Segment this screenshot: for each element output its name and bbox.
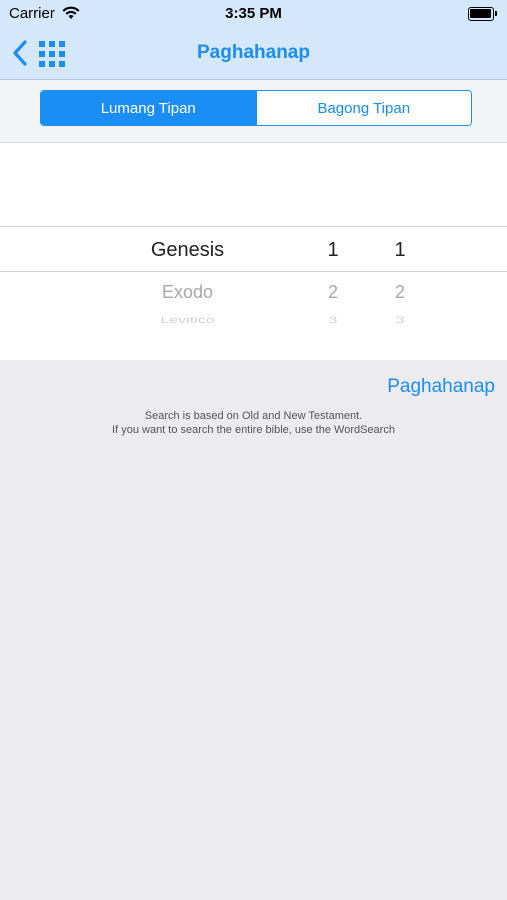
book-chapter-verse-picker[interactable]: Genesis 1 1 Exodo 2 2 Levitico 3 3 bbox=[0, 143, 507, 360]
picker-book-selected[interactable]: Genesis bbox=[95, 239, 280, 262]
search-info-text: Search is based on Old and New Testament… bbox=[0, 409, 507, 437]
segment-lumang-tipan[interactable]: Lumang Tipan bbox=[41, 91, 256, 125]
testament-segmented-control: Lumang Tipan Bagong Tipan bbox=[40, 90, 472, 126]
picker-book-option[interactable]: Levitico bbox=[95, 315, 280, 326]
picker-top-divider bbox=[0, 226, 507, 227]
navigation-bar: Paghahanap bbox=[0, 28, 507, 80]
search-button[interactable]: Paghahanap bbox=[387, 376, 495, 398]
picker-chapter-option[interactable]: 2 bbox=[313, 282, 353, 303]
picker-verse-option[interactable]: 2 bbox=[380, 282, 420, 303]
page-title: Paghahanap bbox=[197, 42, 310, 63]
picker-bottom-divider bbox=[0, 271, 507, 272]
picker-book-option[interactable]: Exodo bbox=[95, 282, 280, 303]
clock: 3:35 PM bbox=[225, 5, 282, 22]
status-bar: Carrier 3:35 PM bbox=[0, 0, 507, 28]
picker-chapter-selected[interactable]: 1 bbox=[313, 239, 353, 262]
segment-bagong-tipan[interactable]: Bagong Tipan bbox=[255, 91, 471, 125]
picker-verse-selected[interactable]: 1 bbox=[380, 239, 420, 262]
picker-verse-option[interactable]: 3 bbox=[380, 315, 420, 326]
battery-icon bbox=[468, 7, 498, 21]
info-line-1: Search is based on Old and New Testament… bbox=[144, 410, 363, 422]
testament-segment-area: Lumang Tipan Bagong Tipan bbox=[0, 80, 507, 143]
picker-chapter-option[interactable]: 3 bbox=[313, 315, 353, 326]
info-line-2: If you want to search the entire bible, … bbox=[112, 424, 395, 436]
